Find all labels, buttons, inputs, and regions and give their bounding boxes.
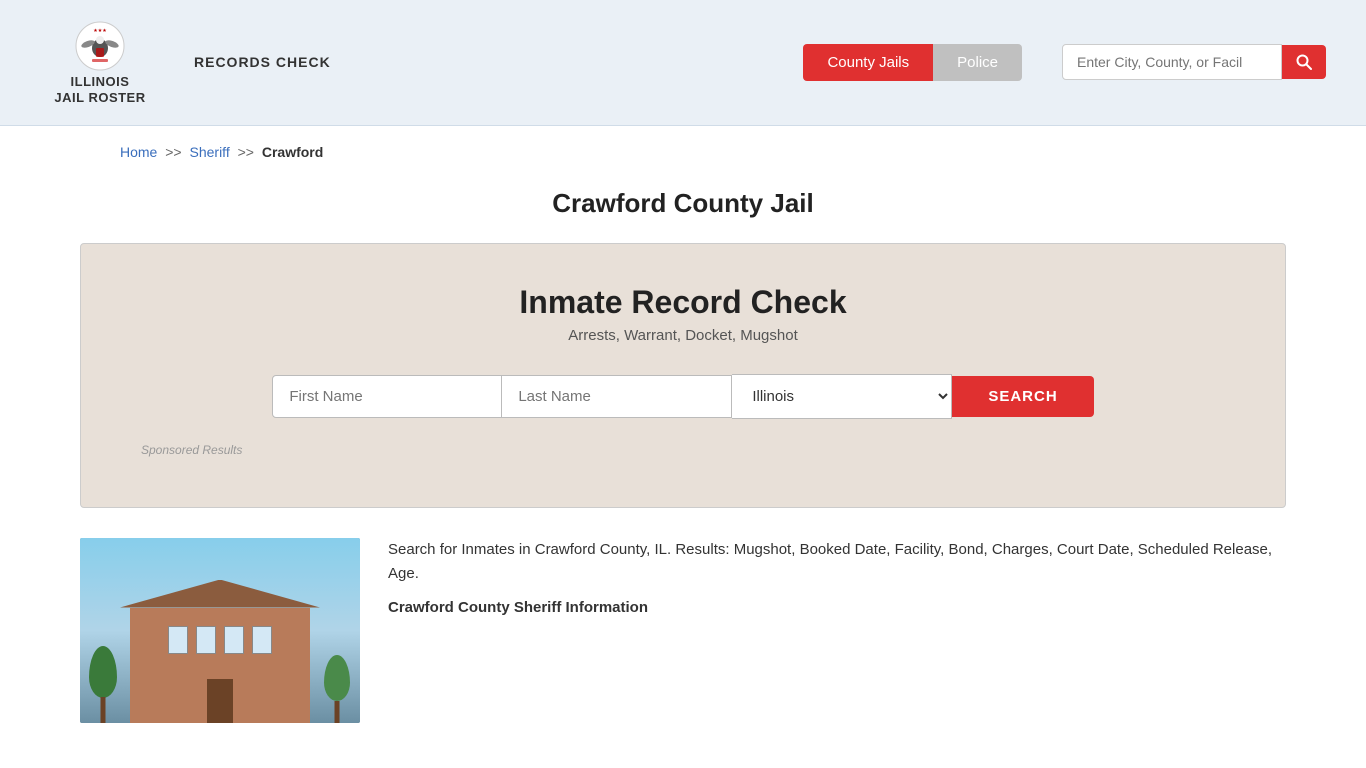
building-windows — [140, 626, 300, 654]
inmate-search-form: Illinois Alabama Alaska Arizona Arkansas… — [141, 374, 1225, 419]
logo-link[interactable]: ★★★ ILLINOIS JAIL ROSTER — [40, 18, 160, 107]
logo-icon: ★★★ — [72, 18, 128, 74]
content-area: Search for Inmates in Crawford County, I… — [80, 538, 1286, 753]
inmate-search-button[interactable]: SEARCH — [952, 376, 1093, 417]
tree-right-trunk — [335, 701, 340, 723]
first-name-input[interactable] — [272, 375, 502, 418]
window-4 — [252, 626, 272, 654]
county-jails-button[interactable]: County Jails — [803, 44, 933, 81]
content-description: Search for Inmates in Crawford County, I… — [388, 538, 1286, 586]
header-search — [1062, 44, 1326, 80]
page-title: Crawford County Jail — [40, 188, 1326, 219]
search-icon — [1296, 54, 1312, 70]
records-check-link[interactable]: RECORDS CHECK — [194, 54, 331, 70]
building-door — [207, 679, 233, 723]
breadcrumb-current: Crawford — [262, 144, 323, 160]
building-image — [80, 538, 360, 723]
window-1 — [168, 626, 188, 654]
breadcrumb-home[interactable]: Home — [120, 144, 157, 160]
breadcrumb-sheriff[interactable]: Sheriff — [190, 144, 230, 160]
state-select[interactable]: Illinois Alabama Alaska Arizona Arkansas… — [732, 374, 952, 419]
breadcrumb-sep-1: >> — [165, 144, 181, 160]
page-title-area: Crawford County Jail — [0, 170, 1366, 243]
header-search-button[interactable] — [1282, 45, 1326, 79]
building-illustration — [80, 538, 360, 723]
content-section-heading: Crawford County Sheriff Information — [388, 596, 1286, 620]
inmate-check-subtitle: Arrests, Warrant, Docket, Mugshot — [141, 327, 1225, 344]
building-facade — [130, 608, 310, 723]
tree-right-crown — [324, 655, 350, 701]
police-button[interactable]: Police — [933, 44, 1022, 81]
inmate-check-title: Inmate Record Check — [141, 284, 1225, 321]
breadcrumb: Home >> Sheriff >> Crawford — [0, 126, 1366, 170]
window-3 — [224, 626, 244, 654]
header-search-input[interactable] — [1062, 44, 1282, 80]
content-text: Search for Inmates in Crawford County, I… — [388, 538, 1286, 723]
tree-right — [322, 653, 352, 723]
window-2 — [196, 626, 216, 654]
logo-text: ILLINOIS JAIL ROSTER — [54, 74, 145, 107]
tree-left — [88, 643, 118, 723]
site-header: ★★★ ILLINOIS JAIL ROSTER RECORDS CHECK C… — [0, 0, 1366, 126]
breadcrumb-sep-2: >> — [238, 144, 254, 160]
inmate-record-check-box: Inmate Record Check Arrests, Warrant, Do… — [80, 243, 1286, 508]
sponsored-results-label: Sponsored Results — [141, 443, 1225, 457]
last-name-input[interactable] — [502, 375, 732, 418]
header-nav: County Jails Police — [803, 44, 1022, 81]
svg-text:★★★: ★★★ — [93, 28, 107, 34]
building-roof — [120, 580, 320, 608]
illinois-seal-icon: ★★★ — [74, 20, 126, 72]
